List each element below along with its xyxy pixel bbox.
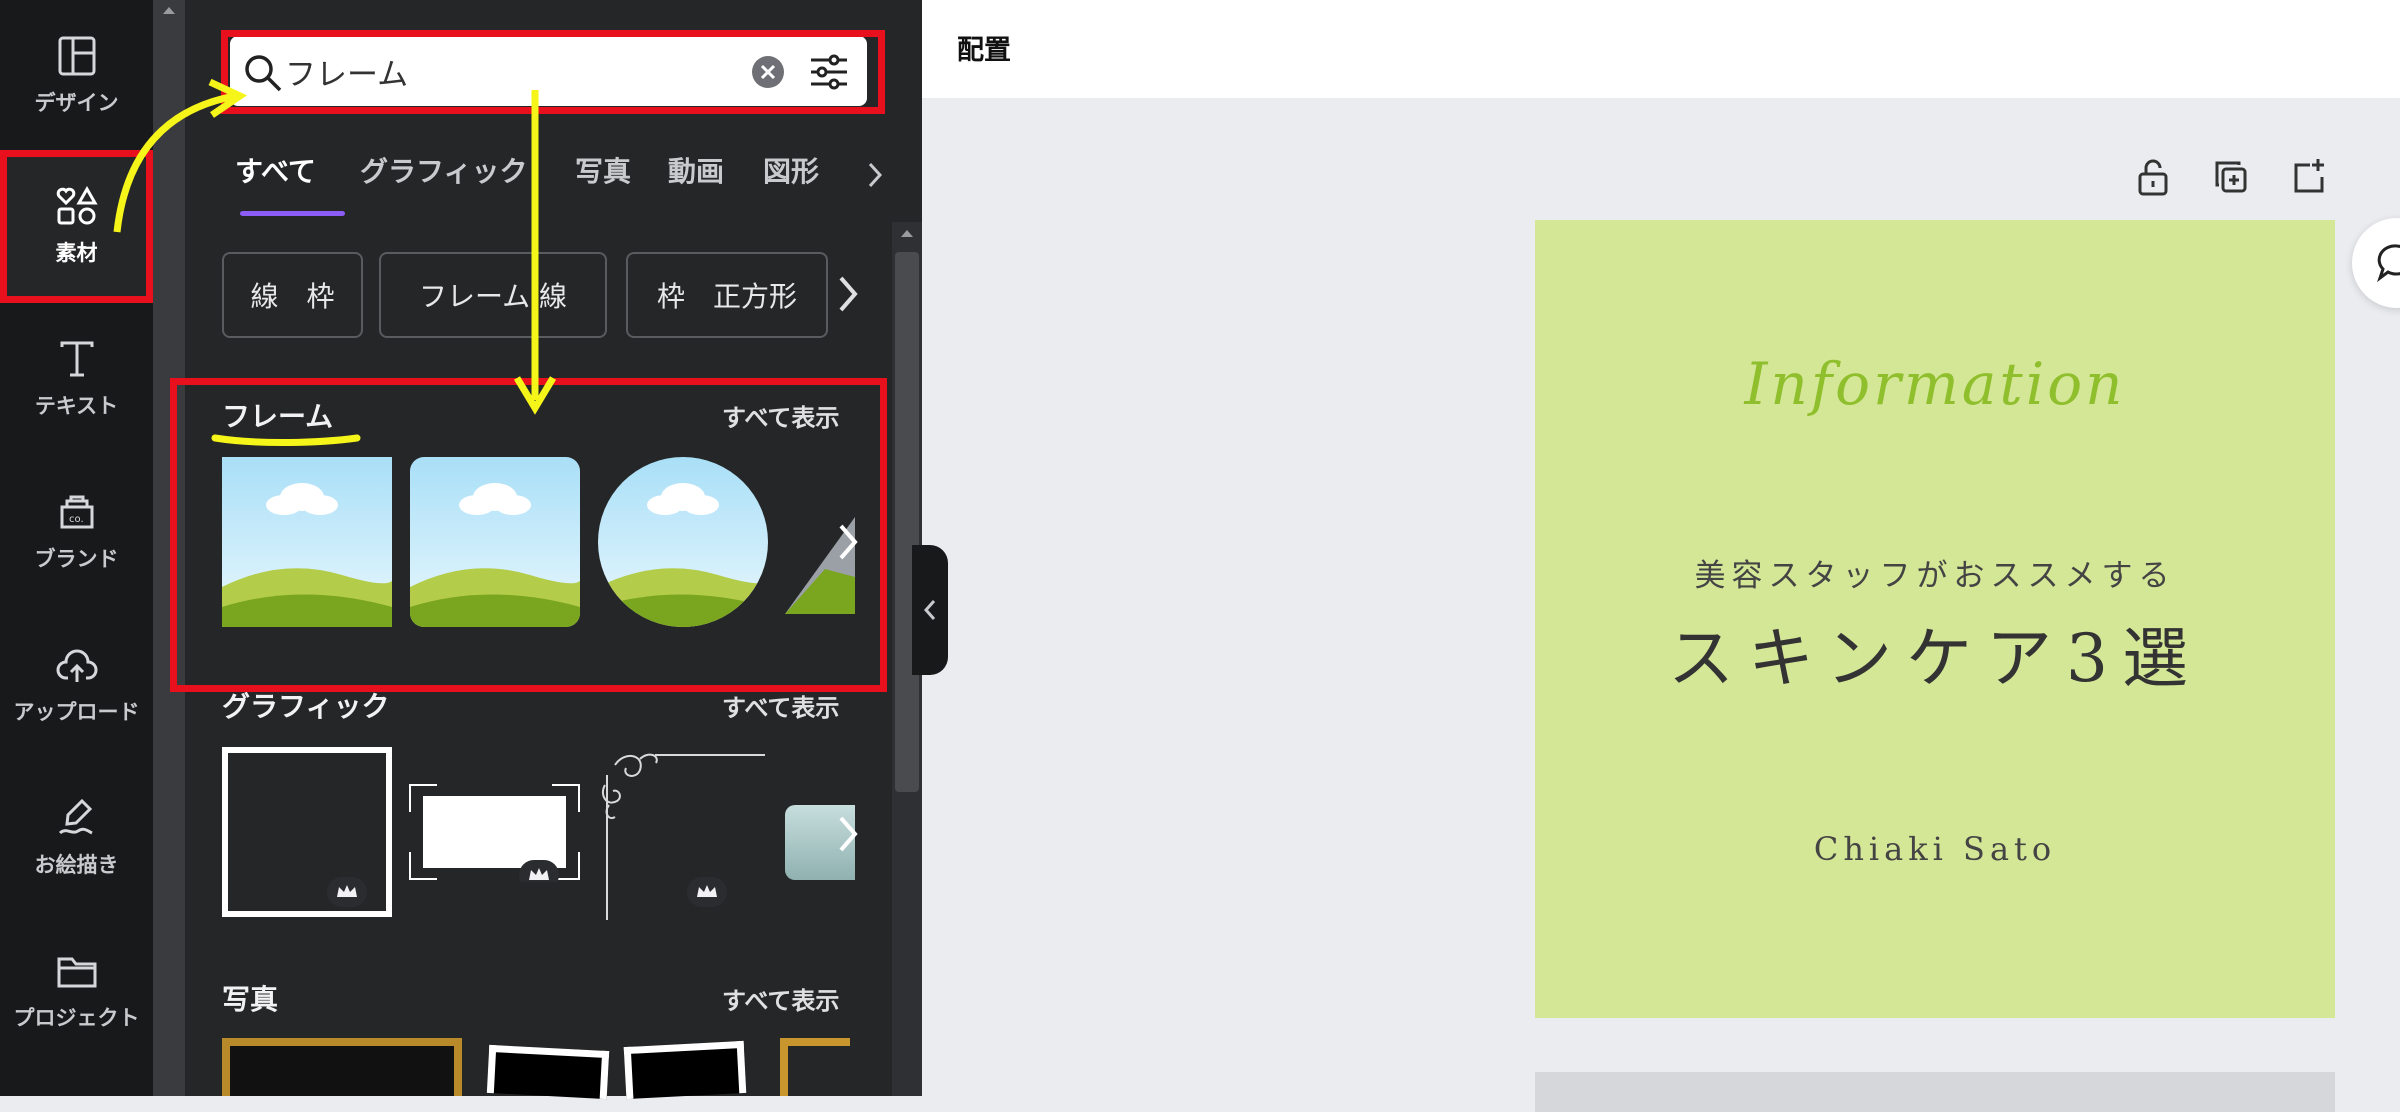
page-title: 配置 [957,35,1011,66]
next-page-preview[interactable] [1535,1072,2335,1112]
comment-icon [2377,244,2400,283]
design-subtitle[interactable]: 美容スタッフがおススメする [1535,550,2335,595]
design-author[interactable]: Chiaki Sato [1535,830,2335,868]
add-page-icon[interactable] [2286,155,2330,199]
design-page[interactable]: Information 美容スタッフがおススメする スキンケア3選 Chiaki… [1535,220,2335,1018]
design-script-title[interactable]: Information [1535,350,2335,418]
lock-icon[interactable] [2131,155,2175,199]
design-main-title[interactable]: スキンケア3選 [1535,605,2335,701]
top-bar: 配置 [922,0,2400,98]
duplicate-icon[interactable] [2209,155,2253,199]
